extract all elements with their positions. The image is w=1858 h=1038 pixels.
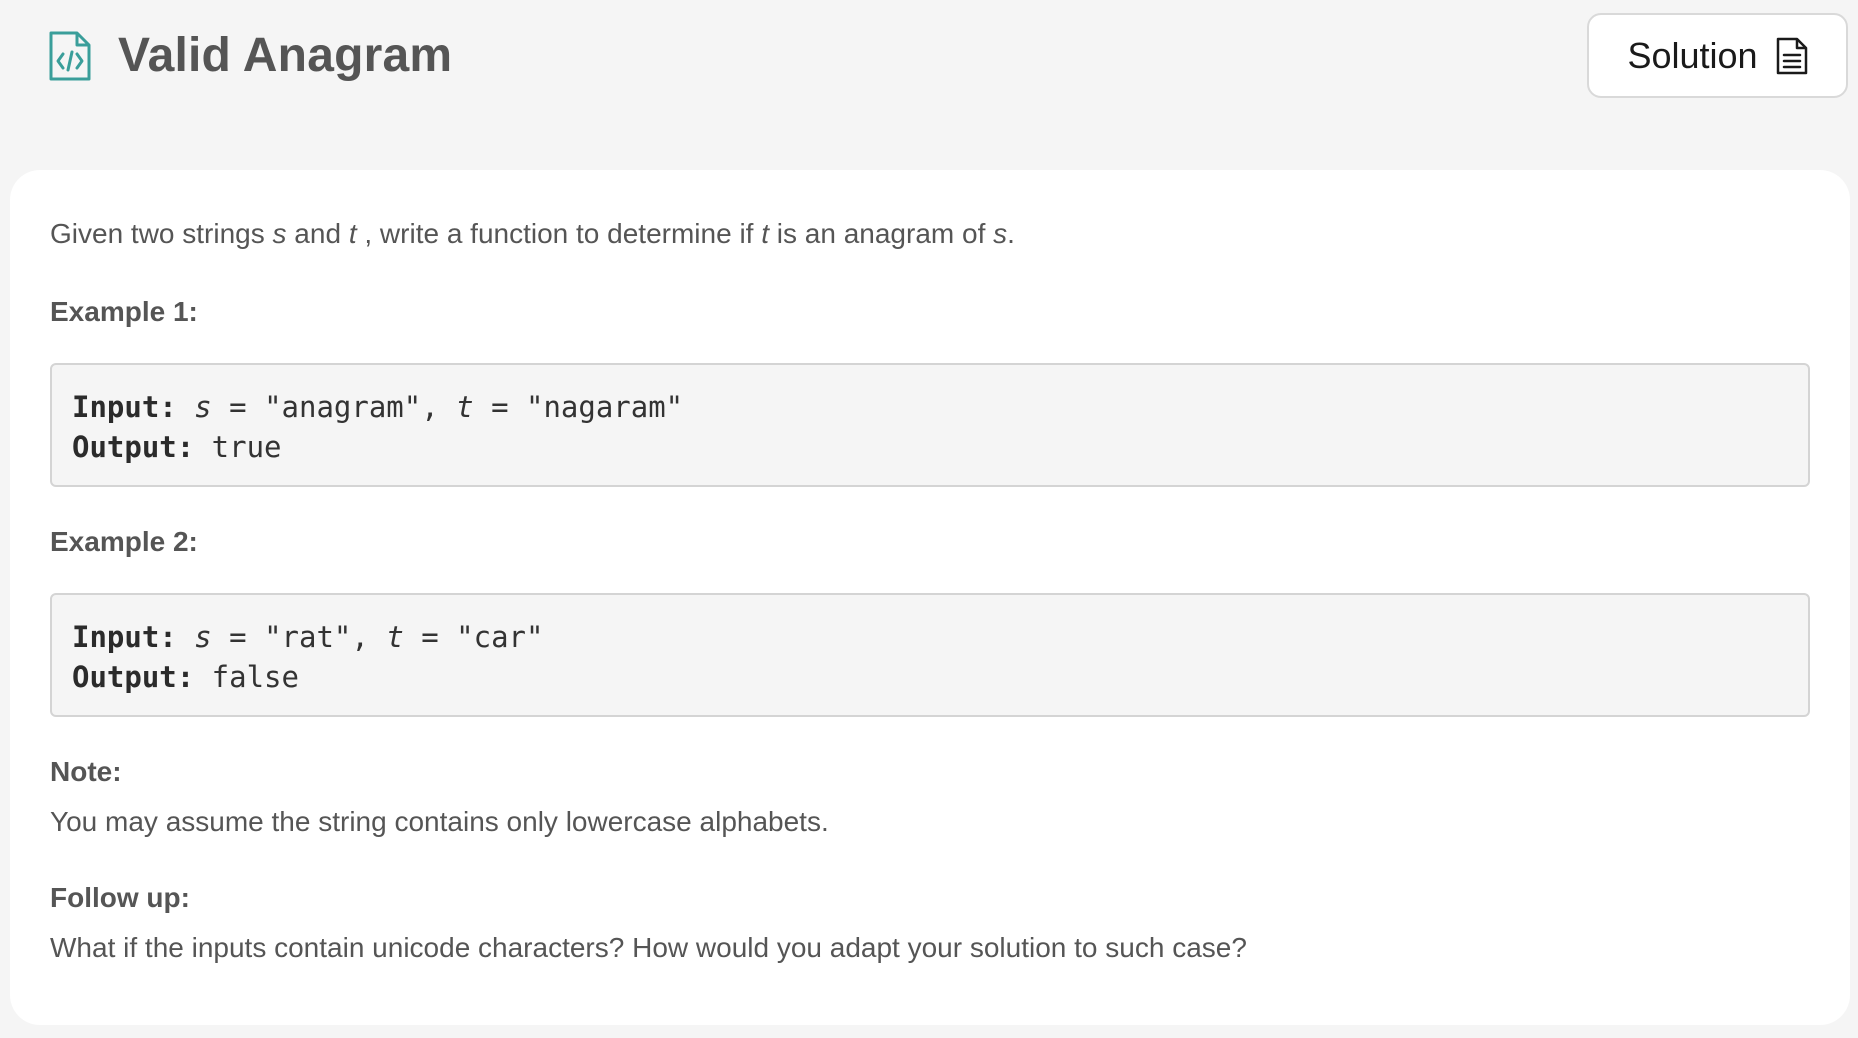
page-title: Valid Anagram xyxy=(118,29,453,82)
follow-up-text: What if the inputs contain unicode chara… xyxy=(50,932,1247,963)
example-2-code: Input: s = "rat", t = "car" Output: fals… xyxy=(50,593,1810,717)
var-s: s xyxy=(993,218,1008,249)
var-t: t xyxy=(348,218,357,249)
solution-button[interactable]: Solution xyxy=(1587,13,1848,98)
output-value: true xyxy=(194,430,282,464)
example-2-input-line: Input: s = "rat", t = "car" xyxy=(72,620,544,654)
output-label: Output: xyxy=(72,660,195,694)
output-label: Output: xyxy=(72,430,195,464)
follow-up-heading: Follow up: xyxy=(50,882,190,913)
example-1-output-line: Output: true xyxy=(72,427,1788,467)
example-2-output-line: Output: false xyxy=(72,657,1788,697)
document-icon xyxy=(1776,37,1808,75)
page-header: Valid Anagram Solution xyxy=(0,0,1858,150)
note-heading: Note: xyxy=(50,756,122,787)
problem-card: Given two strings s and t , write a func… xyxy=(10,170,1850,1025)
title-group: Valid Anagram xyxy=(48,28,452,84)
output-value: false xyxy=(194,660,299,694)
var-t: t xyxy=(761,218,770,249)
input-label: Input: xyxy=(72,620,177,654)
var-s: s xyxy=(272,218,287,249)
example-2-heading: Example 2: xyxy=(50,526,198,557)
example-1-input-line: Input: s = "anagram", t = "nagaram" xyxy=(72,390,684,424)
solution-button-label: Solution xyxy=(1627,34,1758,76)
problem-description: Given two strings s and t , write a func… xyxy=(50,218,1015,249)
example-1-code: Input: s = "anagram", t = "nagaram" Outp… xyxy=(50,363,1810,487)
example-1-heading: Example 1: xyxy=(50,296,198,327)
note-text: You may assume the string contains only … xyxy=(50,806,829,837)
code-file-icon xyxy=(48,30,92,82)
input-label: Input: xyxy=(72,390,177,424)
